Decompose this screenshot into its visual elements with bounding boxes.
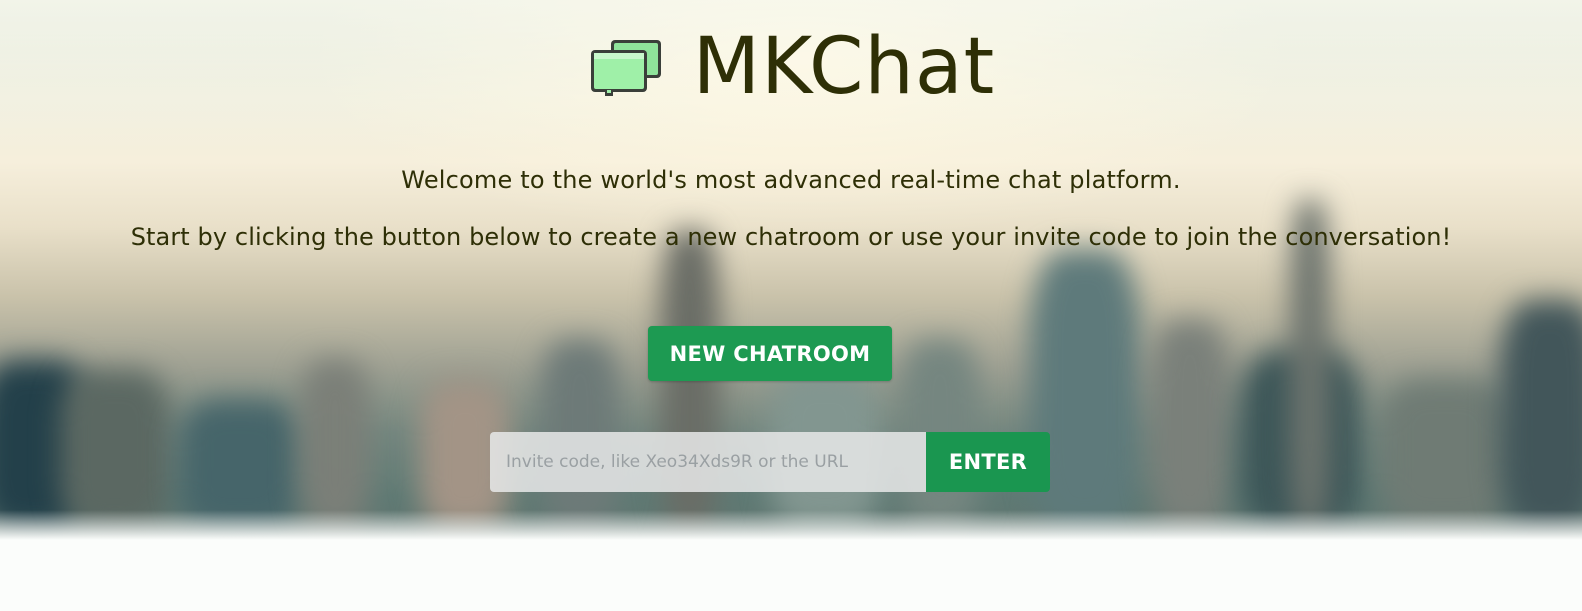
new-chatroom-button[interactable]: NEW CHATROOM: [648, 326, 892, 381]
invite-code-input[interactable]: [490, 432, 926, 492]
brand-header: MKChat: [0, 28, 1582, 106]
enter-button[interactable]: ENTER: [926, 432, 1050, 492]
instruction-message: Start by clicking the button below to cr…: [130, 223, 1452, 251]
invite-form: ENTER: [490, 432, 1050, 492]
landing-page: MKChat Welcome to the world's most advan…: [0, 0, 1582, 611]
welcome-message: Welcome to the world's most advanced rea…: [401, 166, 1181, 194]
app-title: MKChat: [692, 22, 996, 112]
chat-bubbles-icon: [590, 40, 661, 96]
main-content: MKChat Welcome to the world's most advan…: [0, 0, 1582, 611]
